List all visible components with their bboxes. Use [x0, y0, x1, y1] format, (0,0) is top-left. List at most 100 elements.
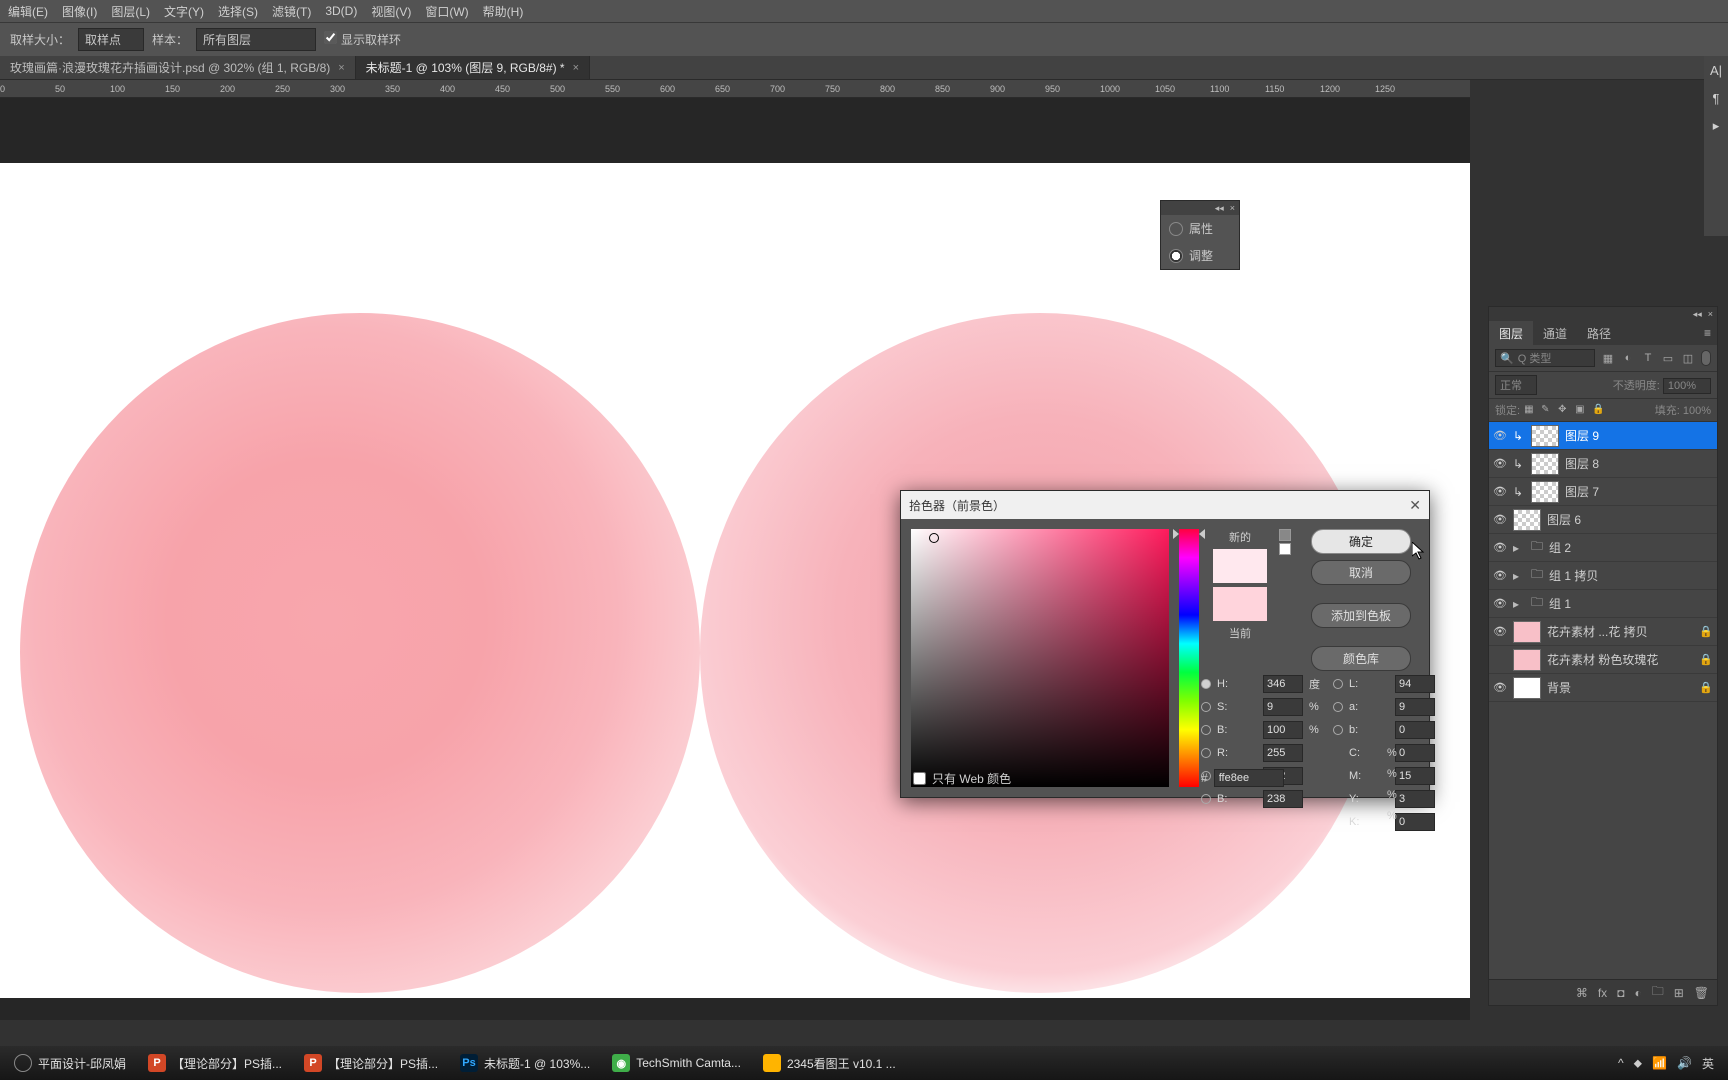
blend-mode-select[interactable]: 正常: [1495, 375, 1537, 395]
layer-item[interactable]: 👁图层 6: [1489, 506, 1717, 534]
ok-button[interactable]: 确定: [1311, 529, 1411, 554]
layer-name[interactable]: 花卉素材 粉色玫瑰花: [1547, 651, 1658, 668]
properties-mini-panel[interactable]: ◂◂× 属性 调整: [1160, 200, 1240, 270]
layer-thumbnail[interactable]: [1513, 677, 1541, 699]
h-input[interactable]: [1263, 675, 1303, 693]
lock-position-icon[interactable]: ✥: [1558, 404, 1571, 417]
layer-item[interactable]: 👁▸🗀组 1 拷贝: [1489, 562, 1717, 590]
layer-item[interactable]: 👁↳图层 8: [1489, 450, 1717, 478]
filter-toggle[interactable]: [1701, 350, 1711, 366]
adjustments-button[interactable]: 调整: [1161, 242, 1239, 269]
bv-radio[interactable]: [1201, 725, 1211, 735]
layer-item[interactable]: 👁↳图层 7: [1489, 478, 1717, 506]
new-layer-icon[interactable]: ⊞: [1674, 986, 1684, 1000]
add-swatch-button[interactable]: 添加到色板: [1311, 603, 1411, 628]
properties-button[interactable]: 属性: [1161, 215, 1239, 242]
layer-name[interactable]: 背景: [1547, 679, 1571, 696]
layer-name[interactable]: 组 2: [1549, 539, 1571, 556]
layer-style-icon[interactable]: fx: [1598, 986, 1607, 1000]
r-radio[interactable]: [1201, 748, 1211, 758]
blab-input[interactable]: [1395, 721, 1435, 739]
k-input[interactable]: [1395, 813, 1435, 831]
lock-pixels-icon[interactable]: ✎: [1541, 404, 1554, 417]
menu-3d[interactable]: 3D(D): [325, 4, 357, 18]
layer-thumbnail[interactable]: [1513, 649, 1541, 671]
tray-icon[interactable]: ⬥: [1634, 1056, 1642, 1071]
paragraph-panel-icon[interactable]: ¶: [1708, 90, 1724, 106]
color-libraries-button[interactable]: 颜色库: [1311, 646, 1411, 671]
layer-thumbnail[interactable]: [1531, 453, 1559, 475]
lock-transparent-icon[interactable]: ▦: [1524, 404, 1537, 417]
menu-help[interactable]: 帮助(H): [483, 3, 524, 20]
panel-menu-icon[interactable]: ≡: [1694, 322, 1717, 344]
a-input[interactable]: [1395, 698, 1435, 716]
r-input[interactable]: [1263, 744, 1303, 762]
filter-shape-icon[interactable]: ▭: [1661, 351, 1675, 365]
b-input[interactable]: [1263, 790, 1303, 808]
menu-type[interactable]: 文字(Y): [164, 3, 204, 20]
layer-item[interactable]: 👁↳图层 9: [1489, 422, 1717, 450]
opacity-input[interactable]: 100%: [1663, 378, 1711, 394]
char-panel-icon[interactable]: A|: [1708, 62, 1724, 78]
task-item[interactable]: ◉TechSmith Camta...: [602, 1049, 751, 1077]
new-group-icon[interactable]: 🗀: [1652, 982, 1664, 1003]
system-tray[interactable]: ^ ⬥ 📶 🔊 英: [1618, 1055, 1724, 1072]
web-only-checkbox[interactable]: 只有 Web 颜色: [913, 770, 1011, 787]
menu-view[interactable]: 视图(V): [371, 3, 411, 20]
y-input[interactable]: [1395, 790, 1435, 808]
layer-name[interactable]: 图层 6: [1547, 511, 1581, 528]
link-layers-icon[interactable]: ⌘: [1576, 986, 1588, 1000]
delete-layer-icon[interactable]: 🗑: [1694, 986, 1709, 1000]
close-icon[interactable]: ×: [573, 62, 579, 74]
layer-name[interactable]: 图层 9: [1565, 427, 1599, 444]
c-input[interactable]: [1395, 744, 1435, 762]
current-color-swatch[interactable]: [1213, 587, 1267, 621]
menu-layer[interactable]: 图层(L): [111, 3, 150, 20]
cancel-button[interactable]: 取消: [1311, 560, 1411, 585]
chevron-right-icon[interactable]: ▸: [1513, 541, 1525, 555]
bv-input[interactable]: [1263, 721, 1303, 739]
task-item[interactable]: Ps未标题-1 @ 103%...: [450, 1049, 600, 1077]
visibility-icon[interactable]: 👁: [1493, 457, 1507, 471]
layer-item[interactable]: 👁▸🗀组 1: [1489, 590, 1717, 618]
color-marker[interactable]: [929, 533, 939, 543]
task-item[interactable]: P【理论部分】PS插...: [294, 1049, 448, 1077]
visibility-icon[interactable]: [1493, 653, 1507, 667]
sample-size-select[interactable]: 取样点: [78, 28, 144, 51]
close-icon[interactable]: ×: [1230, 203, 1235, 213]
close-icon[interactable]: ✕: [1409, 497, 1421, 514]
layer-name[interactable]: 花卉素材 ...花 拷贝: [1547, 623, 1648, 640]
adjustment-layer-icon[interactable]: ◐: [1634, 986, 1641, 1000]
filter-pixel-icon[interactable]: ▦: [1601, 351, 1615, 365]
s-input[interactable]: [1263, 698, 1303, 716]
task-item[interactable]: 2345看图王 v10.1 ...: [753, 1049, 906, 1077]
document-tab-1[interactable]: 未标题-1 @ 103% (图层 9, RGB/8#) *×: [356, 56, 590, 79]
menu-select[interactable]: 选择(S): [218, 3, 258, 20]
tab-layers[interactable]: 图层: [1489, 321, 1533, 346]
tab-channels[interactable]: 通道: [1533, 321, 1577, 346]
filter-adjust-icon[interactable]: ◐: [1621, 351, 1635, 365]
show-ring-checkbox[interactable]: 显示取样环: [324, 31, 401, 48]
layer-name[interactable]: 图层 8: [1565, 455, 1599, 472]
layer-thumbnail[interactable]: [1531, 425, 1559, 447]
layer-name[interactable]: 图层 7: [1565, 483, 1599, 500]
layer-name[interactable]: 组 1 拷贝: [1549, 567, 1598, 584]
filter-type-icon[interactable]: T: [1641, 351, 1655, 365]
tab-paths[interactable]: 路径: [1577, 321, 1621, 346]
sample-select[interactable]: 所有图层: [196, 28, 316, 51]
layer-thumbnail[interactable]: [1513, 509, 1541, 531]
menu-filter[interactable]: 滤镜(T): [272, 3, 311, 20]
visibility-icon[interactable]: 👁: [1493, 597, 1507, 611]
collapse-icon[interactable]: ◂◂: [1693, 309, 1702, 320]
lock-icon[interactable]: 🔒: [1699, 625, 1713, 638]
layer-name[interactable]: 组 1: [1549, 595, 1571, 612]
chevron-right-icon[interactable]: ▸: [1513, 569, 1525, 583]
websafe-swatch[interactable]: [1279, 543, 1291, 555]
hex-input[interactable]: [1214, 769, 1284, 787]
layer-mask-icon[interactable]: ◘: [1617, 986, 1624, 1000]
lock-icon[interactable]: 🔒: [1699, 653, 1713, 666]
layer-thumbnail[interactable]: [1513, 621, 1541, 643]
l-input[interactable]: [1395, 675, 1435, 693]
s-radio[interactable]: [1201, 702, 1211, 712]
filter-smart-icon[interactable]: ◫: [1681, 351, 1695, 365]
